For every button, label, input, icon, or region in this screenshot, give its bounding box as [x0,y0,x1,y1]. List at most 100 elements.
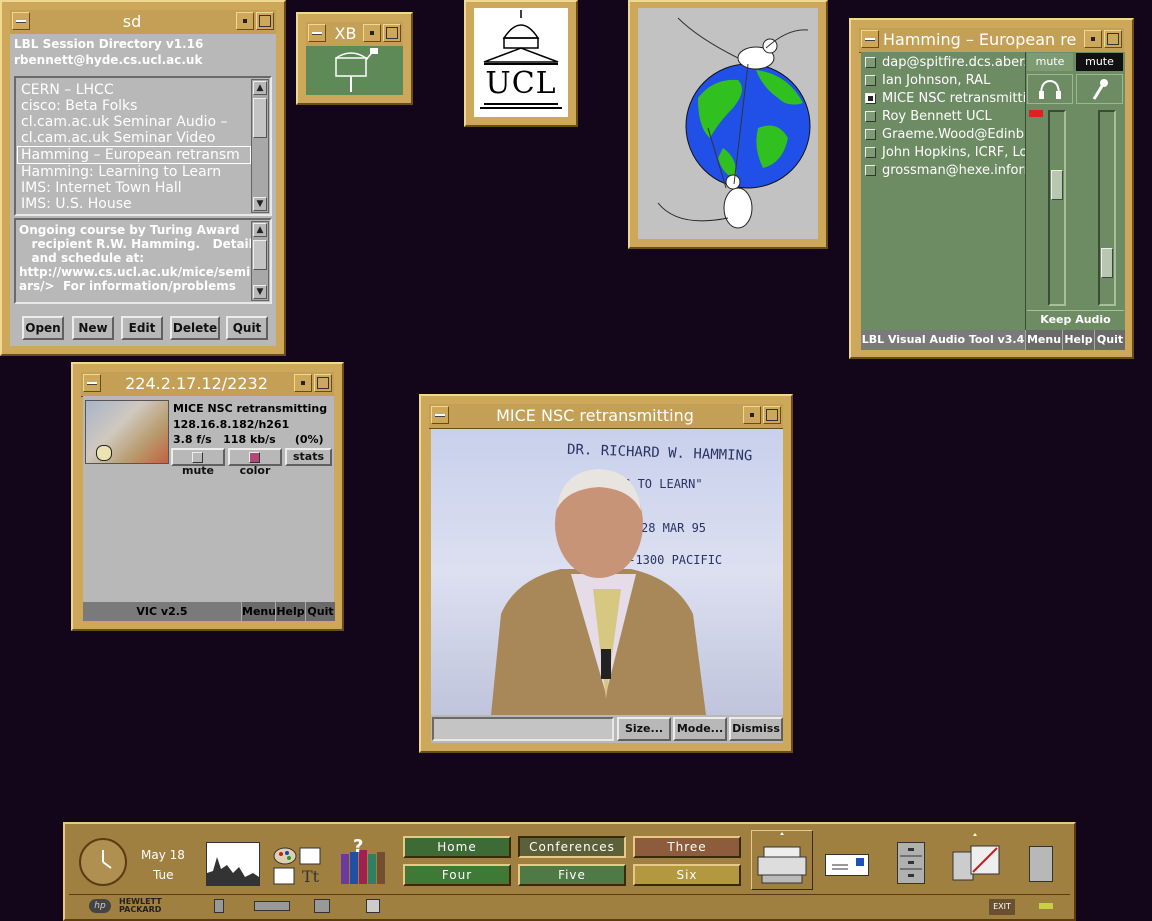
participant-checkbox-icon[interactable] [865,75,876,86]
mode-button[interactable]: Mode... [673,717,727,741]
sd-titlebar[interactable]: sd [10,10,276,35]
vic-menu-button[interactable]: Menu [241,602,276,621]
quit-button[interactable]: Quit [226,316,268,340]
dismiss-button[interactable]: Dismiss [729,717,783,741]
vat-menu-button[interactable]: Menu [1025,330,1062,350]
participant-row[interactable]: MICE NSC retransmittin [861,90,1025,108]
participant-checkbox-icon[interactable] [865,147,876,158]
edit-button[interactable]: Edit [121,316,163,340]
load-meter-icon[interactable] [206,842,260,886]
session-list[interactable]: CERN – LHCC cisco: Beta Folks cl.cam.ac.uk… [14,76,272,216]
new-button[interactable]: New [72,316,114,340]
mute-speaker-button[interactable]: mute [1027,53,1073,71]
participant-row[interactable]: Roy Bennett UCL [861,108,1025,126]
workspace-six[interactable]: Six [633,864,741,886]
vat-quit-button[interactable]: Quit [1094,330,1125,350]
vic-titlebar[interactable]: 224.2.17.12/2232 [81,372,334,397]
window-menu-button[interactable] [12,12,30,30]
session-list-item[interactable]: cl.cam.ac.uk Seminar Video [18,130,250,146]
minimize-button[interactable] [743,406,761,424]
scrollbar-thumb[interactable] [253,240,267,270]
minimize-button[interactable] [1084,30,1102,48]
session-list-item[interactable]: cl.cam.ac.uk Seminar Audio – [18,114,250,130]
trash-icon[interactable] [1029,846,1053,882]
delete-button[interactable]: Delete [170,316,220,340]
style-manager-icon[interactable]: Tt [272,846,324,886]
terminal-icon[interactable] [314,899,330,913]
window-menu-button[interactable] [308,24,326,42]
participant-row[interactable]: grossman@hexe.inform [861,162,1025,180]
clock-icon[interactable] [79,838,127,886]
microphone-icon[interactable] [1076,74,1123,104]
help-manager-icon[interactable]: ? [337,834,389,886]
window-menu-button[interactable] [431,406,449,424]
lock-icon[interactable] [214,899,224,913]
session-list-scrollbar[interactable]: ▲ ▼ [251,79,269,213]
video-titlebar[interactable]: MICE NSC retransmitting [429,404,783,429]
maximize-button[interactable] [314,374,332,392]
speaker-volume-slider[interactable] [1048,110,1066,306]
mailbox-area[interactable] [306,46,403,95]
participant-checkbox-icon[interactable] [865,111,876,122]
speaker-volume-thumb[interactable] [1051,170,1063,200]
workspace-three[interactable]: Three [633,836,741,858]
minimize-button[interactable] [363,24,381,42]
scroll-down-arrow-icon[interactable]: ▼ [253,197,267,211]
mic-volume-thumb[interactable] [1101,248,1113,278]
minimize-button[interactable] [294,374,312,392]
xb-titlebar[interactable]: XB [306,22,403,47]
session-list-item[interactable]: IMS: Internet Town Hall [18,180,250,196]
size-button[interactable]: Size... [617,717,671,741]
workspace-mini-icon[interactable] [254,901,290,911]
scrollbar-thumb[interactable] [253,98,267,138]
session-list-item[interactable]: Hamming – European retransm [17,146,251,164]
maximize-button[interactable] [763,406,781,424]
window-menu-button[interactable] [83,374,101,392]
keep-audio-button[interactable]: Keep Audio [1027,310,1124,329]
scroll-down-arrow-icon[interactable]: ▼ [253,285,267,299]
scroll-up-arrow-icon[interactable]: ▲ [253,223,267,237]
mail-icon[interactable] [825,854,869,876]
vat-help-button[interactable]: Help [1062,330,1094,350]
vat-titlebar[interactable]: Hamming – European re [859,28,1124,53]
participant-row[interactable]: Graeme.Wood@Edinbur [861,126,1025,144]
workspace-four[interactable]: Four [403,864,511,886]
session-list-item[interactable]: cisco: Beta Folks [18,98,250,114]
maximize-button[interactable] [1104,30,1122,48]
participant-checkbox-icon[interactable] [865,57,876,68]
session-list-item[interactable]: IMS: U.S. House [18,196,250,212]
description-scrollbar[interactable]: ▲ ▼ [251,221,269,301]
mic-volume-slider[interactable] [1098,110,1116,306]
participant-checkbox-icon[interactable] [865,129,876,140]
video-frame[interactable]: DR. RICHARD W. HAMMING ARNING TO LEARN" … [431,429,783,715]
text-editor-icon[interactable] [366,899,380,913]
printer-icon[interactable] [751,830,813,890]
video-thumbnail[interactable] [85,400,169,464]
scroll-up-arrow-icon[interactable]: ▲ [253,81,267,95]
file-manager-icon[interactable] [897,842,925,884]
vic-color-toggle[interactable]: color [228,448,282,477]
vic-quit-button[interactable]: Quit [305,602,335,621]
application-manager-icon[interactable] [951,832,1001,884]
participant-row[interactable]: Ian Johnson, RAL [861,72,1025,90]
session-list-item[interactable]: CERN – LHCC [18,82,250,98]
workspace-conferences[interactable]: Conferences [518,836,626,858]
exit-button[interactable]: EXIT [989,899,1015,915]
open-button[interactable]: Open [22,316,64,340]
window-menu-button[interactable] [861,30,879,48]
vic-help-button[interactable]: Help [275,602,305,621]
mute-mic-button[interactable]: mute [1076,53,1123,71]
participant-row[interactable]: dap@spitfire.dcs.aber.a [861,54,1025,72]
headphones-icon[interactable] [1027,74,1073,104]
participant-checkbox-icon[interactable] [865,165,876,176]
vic-stats-button[interactable]: stats [285,448,332,466]
vat-participant-list[interactable]: dap@spitfire.dcs.aber.a Ian Johnson, RAL M… [861,52,1025,330]
workspace-five[interactable]: Five [518,864,626,886]
minimize-button[interactable] [236,12,254,30]
participant-checkbox-icon[interactable] [865,93,876,104]
maximize-button[interactable] [383,24,401,42]
session-list-item[interactable]: Hamming: Learning to Learn [18,164,250,180]
panel-date[interactable]: May 18 [141,848,185,862]
workspace-home[interactable]: Home [403,836,511,858]
vic-mute-toggle[interactable]: mute [171,448,225,477]
